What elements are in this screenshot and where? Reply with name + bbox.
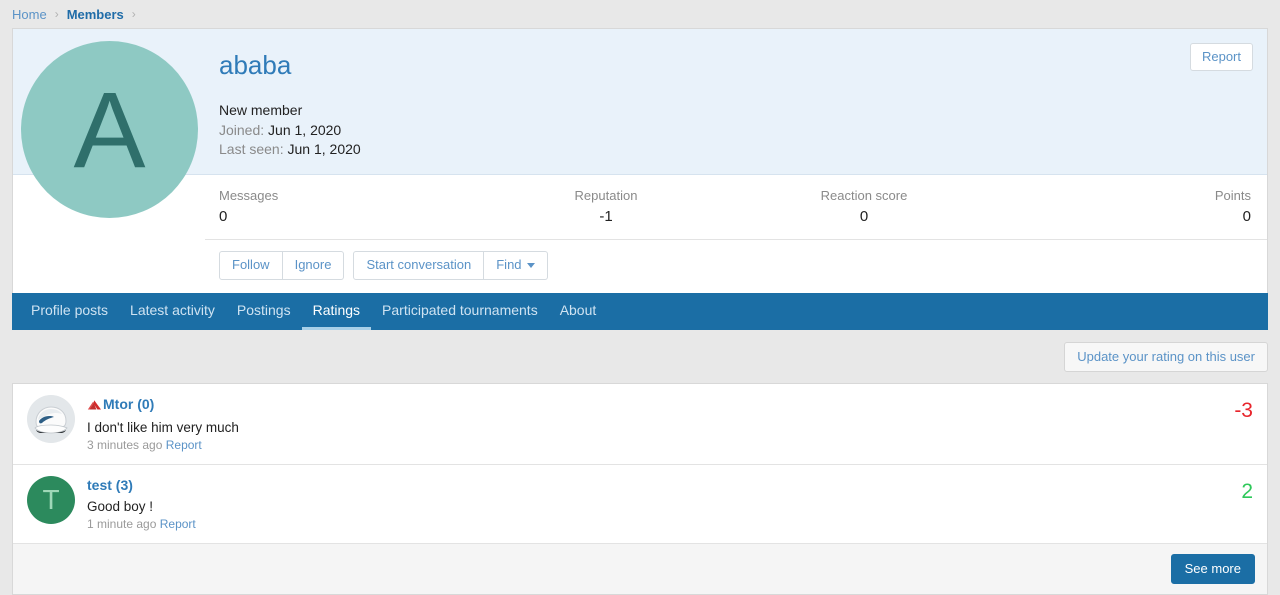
member-joined-label: Joined: — [219, 121, 265, 138]
start-conversation-button[interactable]: Start conversation — [353, 250, 485, 280]
member-header: A ababa New member Joined: Jun 1, 2020 L… — [13, 29, 1267, 218]
rating-author-line: test (3) — [87, 477, 1207, 495]
rating-body: Mtor (0) I don't like him very much 3 mi… — [87, 395, 1207, 452]
rating-score: 2 — [1241, 479, 1253, 503]
breadcrumb: Home › Members › — [0, 0, 1280, 28]
rating-author-count: (0) — [137, 395, 155, 412]
rating-body: test (3) Good boy ! 1 minute ago Report — [87, 476, 1207, 531]
rating-score: -3 — [1234, 398, 1253, 422]
ratings-list: Mtor (0) I don't like him very much 3 mi… — [12, 382, 1268, 595]
ratings-toolbar: Update your rating on this user — [12, 330, 1268, 383]
rating-row: T test (3) Good boy ! 1 minute ago Repor… — [13, 465, 1267, 544]
rating-comment: Good boy ! — [87, 498, 154, 514]
breadcrumb-item-home[interactable]: Home — [12, 7, 47, 22]
stat-points: Points 0 — [993, 188, 1251, 225]
update-rating-button[interactable]: Update your rating on this user — [1064, 341, 1268, 372]
stat-value: 0 — [1242, 207, 1251, 225]
conversation-find-group: Start conversation Find — [353, 250, 548, 280]
rating-report-link[interactable]: Report — [160, 517, 196, 531]
stat-messages: Messages 0 — [219, 188, 477, 225]
member-last-seen-value: Jun 1, 2020 — [287, 140, 361, 157]
rating-time: 3 minutes ago — [87, 437, 163, 452]
member-joined: Joined: Jun 1, 2020 — [219, 122, 1251, 138]
member-joined-value: Jun 1, 2020 — [268, 121, 342, 138]
stat-value: -1 — [599, 207, 613, 225]
find-button[interactable]: Find — [484, 250, 548, 280]
rating-author-count: (3) — [115, 476, 133, 493]
stat-reaction-score: Reaction score 0 — [735, 188, 993, 225]
stat-label: Reaction score — [820, 187, 908, 203]
caret-down-icon — [526, 262, 535, 268]
tab-postings[interactable]: Postings — [226, 293, 302, 330]
member-card: A ababa New member Joined: Jun 1, 2020 L… — [12, 28, 1268, 293]
member-stats: Messages 0 Reputation -1 Reaction score … — [205, 175, 1267, 240]
red-rank-arrow-icon — [87, 398, 102, 416]
rating-author-name: Mtor — [103, 395, 134, 412]
stat-value: 0 — [859, 207, 869, 225]
helmet-avatar[interactable] — [27, 394, 75, 443]
stat-label: Reputation — [574, 187, 638, 203]
report-member-button[interactable]: Report — [1189, 43, 1253, 71]
ratings-footer: See more — [13, 543, 1267, 594]
avatar[interactable]: A — [21, 41, 198, 218]
stat-value: 0 — [219, 207, 228, 225]
member-info: ababa New member Joined: Jun 1, 2020 Las… — [205, 29, 1267, 174]
stat-reputation: Reputation -1 — [477, 188, 735, 225]
tab-profile-posts[interactable]: Profile posts — [20, 293, 119, 330]
rating-author-link[interactable]: test (3) — [87, 477, 133, 493]
letter-avatar[interactable]: T — [27, 475, 75, 524]
rating-author-name: test — [87, 476, 112, 493]
rating-time: 1 minute ago — [87, 516, 157, 531]
stat-label: Points — [1214, 187, 1251, 203]
tab-latest-activity[interactable]: Latest activity — [119, 293, 226, 330]
follow-ignore-group: Follow Ignore — [219, 250, 345, 280]
rating-comment: I don't like him very much — [87, 419, 239, 435]
rating-author-line: Mtor (0) — [87, 396, 1207, 416]
rating-meta: 3 minutes ago Report — [87, 438, 1207, 452]
rating-row: Mtor (0) I don't like him very much 3 mi… — [13, 384, 1267, 465]
avatar-column: A — [13, 29, 205, 218]
member-stats-wrapper: Messages 0 Reputation -1 Reaction score … — [13, 174, 1267, 293]
stat-label: Messages — [219, 187, 279, 203]
follow-button[interactable]: Follow — [219, 250, 283, 280]
rating-report-link[interactable]: Report — [166, 438, 202, 452]
find-button-label: Find — [496, 256, 522, 272]
tab-participated-tournaments[interactable]: Participated tournaments — [371, 293, 549, 330]
member-actions: Follow Ignore Start conversation Find — [205, 240, 1267, 293]
rating-meta: 1 minute ago Report — [87, 517, 1207, 531]
see-more-button[interactable]: See more — [1170, 553, 1255, 584]
member-last-seen-label: Last seen: — [219, 140, 284, 157]
profile-tabs: Profile posts Latest activity Postings R… — [12, 292, 1268, 330]
member-user-title: New member — [219, 101, 303, 118]
rating-author-link[interactable]: Mtor (0) — [103, 396, 154, 412]
page-title: ababa — [219, 50, 292, 80]
ignore-button[interactable]: Ignore — [282, 250, 345, 280]
tab-about[interactable]: About — [549, 293, 608, 330]
chevron-right-icon: › — [54, 7, 59, 21]
chevron-right-icon: › — [131, 7, 136, 21]
tab-ratings[interactable]: Ratings — [301, 293, 372, 330]
breadcrumb-item-members[interactable]: Members — [67, 7, 124, 22]
member-last-seen: Last seen: Jun 1, 2020 — [219, 141, 1251, 157]
